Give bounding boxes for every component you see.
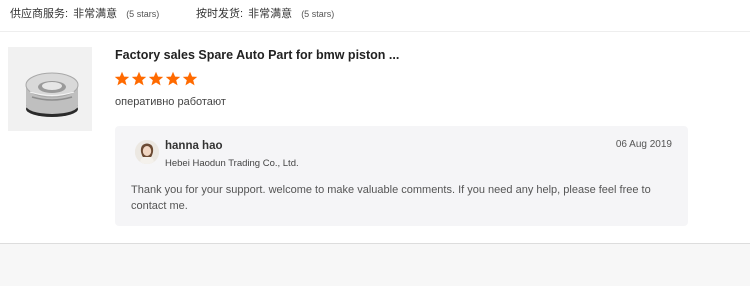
supplier-service-rating: 供应商服务: 非常满意 (5 stars) — [10, 5, 159, 21]
seller-reply: hanna hao Hebei Haodun Trading Co., Ltd.… — [115, 126, 688, 226]
seller-name: hanna hao — [165, 140, 223, 152]
review-comment: оперативно работают — [115, 96, 226, 108]
star-icon — [165, 71, 181, 86]
review-star-rating — [114, 71, 198, 87]
on-time-shipping-rating: 按时发货: 非常满意 (5 stars) — [196, 5, 334, 21]
supplier-service-label: 供应商服务: — [10, 8, 69, 20]
page-footer-area — [0, 244, 750, 286]
review-item: Factory sales Spare Auto Part for bmw pi… — [0, 32, 750, 244]
seller-company: Hebei Haodun Trading Co., Ltd. — [165, 158, 299, 169]
star-icon — [114, 71, 130, 86]
star-icon — [131, 71, 147, 86]
seller-ratings-bar: 供应商服务: 非常满意 (5 stars) 按时发货: 非常满意 (5 star… — [0, 0, 750, 32]
product-thumbnail[interactable] — [8, 47, 92, 131]
piston-part-image — [8, 47, 92, 131]
seller-avatar — [135, 140, 159, 164]
on-time-shipping-value: 非常满意 — [248, 8, 293, 20]
on-time-shipping-label: 按时发货: — [196, 8, 244, 20]
supplier-service-stars: (5 stars) — [126, 9, 160, 19]
star-icon — [182, 71, 198, 86]
reply-date: 06 Aug 2019 — [615, 139, 672, 150]
on-time-shipping-stars: (5 stars) — [301, 9, 335, 19]
reply-text: Thank you for your support. welcome to m… — [131, 184, 651, 212]
supplier-service-value: 非常满意 — [73, 8, 118, 20]
product-title-link[interactable]: Factory sales Spare Auto Part for bmw pi… — [115, 48, 399, 62]
person-avatar-icon — [135, 140, 159, 164]
star-icon — [148, 71, 164, 86]
